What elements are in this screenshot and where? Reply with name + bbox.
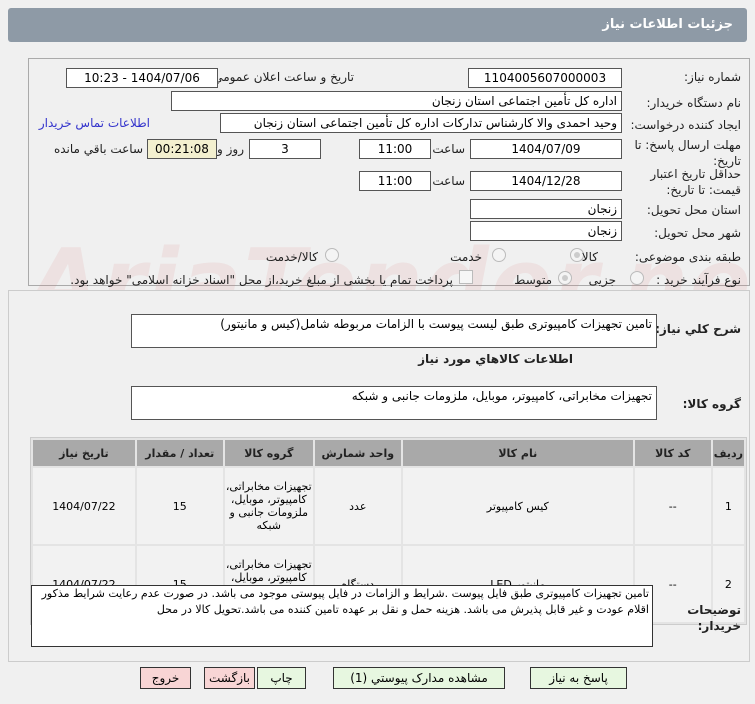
buyer-label: نام دستگاه خریدار: <box>646 96 742 110</box>
creator-field: وحید احمدی والا کارشناس تدارکات اداره کل… <box>220 113 622 133</box>
category-label: طبقه بندی موضوعی: <box>634 250 741 264</box>
table-row: 1 -- کیس کامپیوتر عدد تجهیزات مخابراتی، … <box>31 466 747 546</box>
need-number-label: شماره نیاز: <box>684 70 741 84</box>
category-goods-service-radio[interactable] <box>325 248 339 262</box>
process-medium-label: متوسط <box>514 273 552 287</box>
process-minor-radio[interactable] <box>630 271 644 285</box>
print-button[interactable]: چاپ <box>257 667 306 689</box>
col-qty: تعداد / مقدار <box>134 438 225 468</box>
page-header: جزئیات اطلاعات نیاز <box>8 8 747 42</box>
deadline-label: مهلت ارسال پاسخ: تا تاریخ: <box>634 138 741 168</box>
need-date: 1404/07/22 <box>31 466 137 546</box>
category-service-label: خدمت <box>450 250 482 264</box>
page-title: جزئیات اطلاعات نیاز <box>602 17 733 32</box>
days-field: 3 <box>249 139 321 159</box>
goods-name: کیس کامپیوتر <box>400 466 635 546</box>
creator-label: ایجاد کننده درخواست: <box>630 118 741 132</box>
announce-field: 1404/07/06 - 10:23 <box>66 68 218 88</box>
goods-group-label: گروه کالا: <box>682 397 741 411</box>
back-button[interactable]: بازگشت <box>204 667 255 689</box>
col-group: گروه کالا <box>222 438 315 468</box>
col-date: تاریخ نیاز <box>31 438 137 468</box>
reply-button[interactable]: پاسخ به نیاز <box>530 667 627 689</box>
deadline-time-label: ساعت <box>432 142 465 156</box>
col-row: ردیف <box>710 438 747 468</box>
days-label: روز و <box>217 142 244 156</box>
deadline-time-field: 11:00 <box>359 139 431 159</box>
deadline-date-field: 1404/07/09 <box>470 139 622 159</box>
col-code: کد کالا <box>632 438 713 468</box>
province-label: استان محل تحویل: <box>646 203 741 217</box>
announce-label: تاریخ و ساعت اعلان عمومي: <box>209 70 354 84</box>
view-attachments-button[interactable]: مشاهده مدارک پیوستي (1) <box>333 667 505 689</box>
validity-time-field: 11:00 <box>359 171 431 191</box>
exit-button[interactable]: خروج <box>140 667 191 689</box>
validity-label: حداقل تاریخ اعتبار قیمت: تا تاریخ: <box>650 167 741 197</box>
col-name: نام کالا <box>400 438 635 468</box>
treasury-payment-checkbox[interactable] <box>459 270 473 284</box>
process-medium-radio[interactable] <box>558 271 572 285</box>
city-field: زنجان <box>470 221 622 241</box>
summary-field[interactable]: تامین تجهیزات کامپیوتری طبق لیست پیوست ب… <box>131 314 657 348</box>
buyer-field: اداره کل تأمین اجتماعی استان زنجان <box>171 91 622 111</box>
goods-group-field: تجهیزات مخابراتی، کامپیوتر، موبایل، ملزو… <box>131 386 657 420</box>
goods-qty: 15 <box>134 466 225 546</box>
process-label: نوع فرآیند خرید : <box>656 273 741 287</box>
notes-label: توضیحات خریدار: <box>687 603 741 633</box>
process-minor-label: جزیی <box>588 273 616 287</box>
col-unit: واحد شمارش <box>312 438 403 468</box>
summary-label: شرح کلي نیاز: <box>655 322 741 336</box>
row-number: 1 <box>710 466 747 546</box>
remaining-time-field: 00:21:08 <box>147 139 217 159</box>
category-goods-service-label: کالا/خدمت <box>265 250 318 264</box>
validity-date-field: 1404/12/28 <box>470 171 622 191</box>
need-number-field: 1104005607000003 <box>468 68 622 88</box>
city-label: شهر محل تحویل: <box>654 226 741 240</box>
goods-section-title: اطلاعات کالاهاي مورد نیاز <box>418 352 573 366</box>
validity-time-label: ساعت <box>432 174 465 188</box>
province-field: زنجان <box>470 199 622 219</box>
contact-buyer-link[interactable]: اطلاعات تماس خریدار <box>39 116 150 130</box>
remaining-label: ساعت باقي مانده <box>53 142 143 156</box>
goods-code: -- <box>632 466 713 546</box>
notes-field[interactable]: تامین تجهیزات کامپیوتری طبق فایل پیوست .… <box>31 585 653 647</box>
category-goods-label: کالا <box>581 250 598 264</box>
category-service-radio[interactable] <box>492 248 506 262</box>
goods-unit: عدد <box>312 466 403 546</box>
payment-note: پرداخت تمام یا بخشی از مبلغ خرید،از محل … <box>70 273 453 287</box>
goods-group: تجهیزات مخابراتی، کامپیوتر، موبایل، ملزو… <box>222 466 315 546</box>
